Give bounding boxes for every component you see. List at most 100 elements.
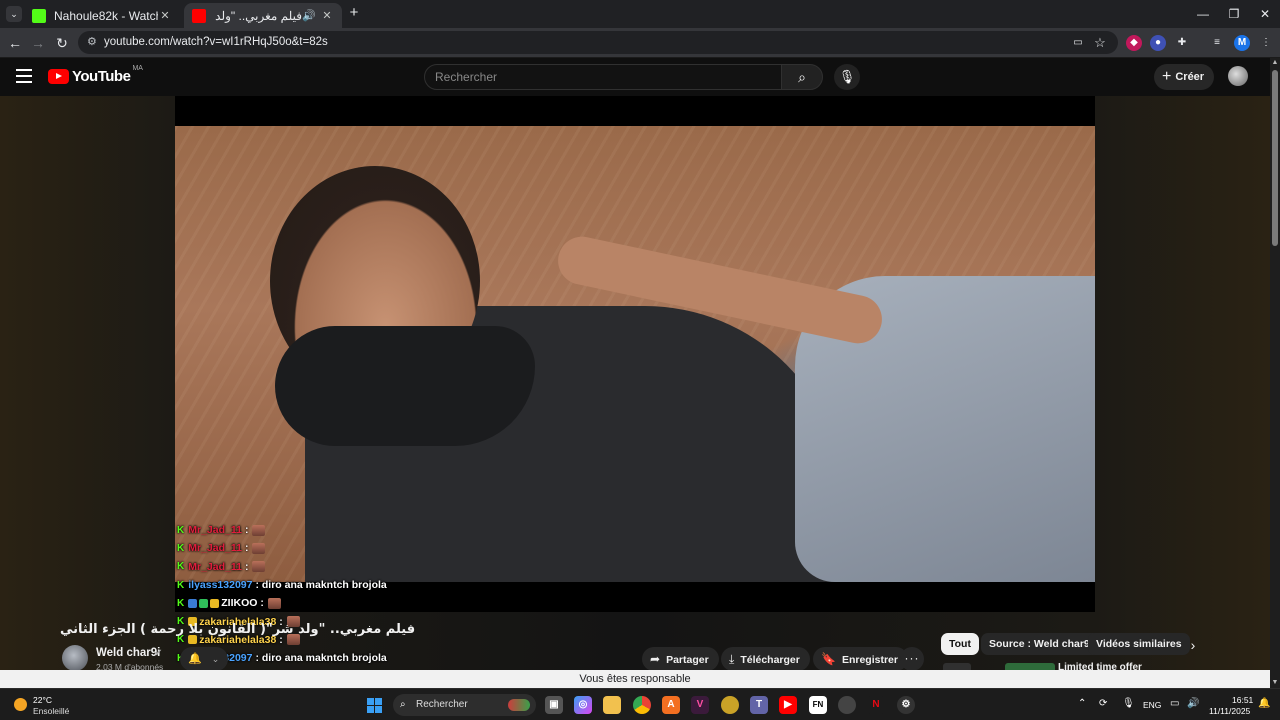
task-view-icon[interactable]: ▣ — [545, 696, 563, 714]
search-highlight-icon — [508, 699, 530, 711]
chat-username[interactable]: ilyass132097 — [188, 579, 252, 591]
restore-icon[interactable]: ❐ — [1219, 4, 1249, 24]
windows-start-icon[interactable] — [367, 698, 382, 713]
chat-username[interactable]: Mr_Jad_11 — [188, 524, 242, 536]
chrome-icon[interactable] — [633, 696, 651, 714]
new-tab-button[interactable]: + — [346, 5, 362, 21]
tray-mic-icon[interactable]: 🎙 — [1122, 698, 1135, 709]
chat-text: : diro ana makntch brojola — [255, 652, 387, 665]
weather-description[interactable]: Ensoleillé — [33, 706, 69, 716]
back-icon[interactable]: ← — [5, 33, 25, 53]
download-icon: ⤓ — [729, 652, 735, 666]
chat-message: K Mr_Jad_11: — [177, 539, 437, 557]
browser-tab-kick[interactable]: Nahoule82k - Watch the VOD o ✕ — [24, 3, 180, 28]
copilot-icon[interactable]: ◎ — [574, 696, 592, 714]
url-text: youtube.com/watch?v=wI1rRHqJ50o&t=82s — [104, 36, 328, 48]
close-tab-icon[interactable]: ✕ — [320, 9, 334, 22]
app-purple-icon[interactable]: V — [691, 696, 709, 714]
scroll-thumb[interactable] — [1272, 70, 1278, 246]
weather-temperature[interactable]: 22°C — [33, 695, 52, 705]
browser-menu-icon[interactable]: ⋮ — [1258, 35, 1274, 51]
file-explorer-icon[interactable] — [603, 696, 621, 714]
chip-similar[interactable]: Vidéos similaires — [1088, 633, 1190, 655]
youtube-masthead: YouTube MA Rechercher ⌕ 🎙 + Créer — [0, 58, 1280, 96]
kick-badge-icon: K — [177, 524, 185, 536]
sun-icon[interactable] — [14, 698, 27, 711]
app-orange-icon[interactable]: A — [662, 696, 680, 714]
forward-icon[interactable]: → — [28, 33, 48, 53]
logo-wordmark: YouTube — [72, 68, 131, 85]
cast-icon[interactable]: ▭ — [1070, 35, 1086, 51]
microphone-icon[interactable]: 🎙 — [834, 64, 860, 90]
address-bar[interactable]: ⚙ youtube.com/watch?v=wI1rRHqJ50o&t=82s — [78, 31, 1118, 54]
close-tab-icon[interactable]: ✕ — [158, 9, 172, 22]
tray-overflow-icon[interactable]: ⌃ — [1078, 698, 1086, 709]
fn-app-icon[interactable]: FN — [809, 696, 827, 714]
chat-username[interactable]: ZIIKOO — [221, 597, 257, 609]
chat-text: : — [260, 597, 264, 610]
tab-search-icon[interactable]: ⌄ — [6, 6, 22, 22]
scroll-down-icon[interactable]: ▼ — [1270, 678, 1280, 688]
app-settings-icon[interactable]: ⚙ — [897, 696, 915, 714]
notification-bell-button[interactable]: 🔔 ⌄ — [180, 647, 228, 671]
network-icon[interactable]: ▭ — [1170, 698, 1179, 709]
download-button[interactable]: ⤓ Télécharger — [721, 647, 810, 671]
channel-name[interactable]: Weld char9i — [96, 647, 160, 659]
chip-all[interactable]: Tout — [941, 633, 979, 655]
minimize-icon[interactable]: — — [1188, 4, 1218, 24]
download-label: Télécharger — [740, 654, 800, 666]
save-button[interactable]: 🔖 Enregistrer — [813, 647, 908, 671]
tray-sync-icon[interactable]: ⟳ — [1099, 698, 1107, 709]
app-red-icon[interactable]: N — [867, 696, 885, 714]
search-input[interactable]: Rechercher — [424, 64, 782, 90]
chat-message: Kilyass132097: diro ana makntch brojola — [177, 576, 437, 594]
volume-icon[interactable]: 🔊 — [1187, 698, 1199, 709]
page-scrollbar[interactable]: ▲ ▼ — [1270, 58, 1280, 688]
video-frame[interactable] — [175, 126, 1095, 582]
site-info-icon[interactable]: ⚙ — [87, 31, 97, 54]
chat-text: : — [244, 560, 249, 573]
channel-avatar[interactable] — [62, 645, 88, 671]
profile-avatar-icon[interactable]: M — [1234, 35, 1250, 51]
chip-source[interactable]: Source : Weld char9i — [981, 633, 1101, 655]
tab-title: فيلم مغربي.. "ولد شر"( القان — [214, 8, 302, 23]
create-button[interactable]: + Créer — [1154, 64, 1214, 90]
taskbar-search[interactable]: ⌕ Rechercher — [393, 694, 536, 716]
app-shield-icon[interactable] — [721, 696, 739, 714]
audio-playing-icon[interactable]: 🔊 — [302, 9, 316, 22]
close-window-icon[interactable]: ✕ — [1250, 4, 1280, 24]
chat-emote-icon — [267, 597, 281, 609]
browser-tab-youtube[interactable]: فيلم مغربي.. "ولد شر"( القان 🔊 ✕ — [184, 3, 342, 28]
search-icon[interactable]: ⌕ — [781, 64, 823, 90]
reading-list-icon[interactable]: ≡ — [1209, 35, 1225, 51]
clock-time[interactable]: 16:51 — [1232, 695, 1253, 705]
hamburger-menu-icon[interactable] — [16, 69, 32, 83]
create-label: Créer — [1175, 71, 1205, 83]
chat-username[interactable]: Mr_Jad_11 — [188, 561, 242, 573]
scroll-up-icon[interactable]: ▲ — [1270, 58, 1280, 68]
extension-shield-icon[interactable]: ◆ — [1126, 35, 1142, 51]
bookmark-star-icon[interactable]: ☆ — [1092, 35, 1108, 51]
notifications-icon[interactable]: 🔔 — [1258, 698, 1270, 709]
reload-icon[interactable]: ↻ — [52, 33, 72, 53]
chat-username[interactable]: Mr_Jad_11 — [188, 542, 242, 554]
youtube-logo[interactable]: YouTube MA — [48, 65, 143, 85]
account-avatar[interactable] — [1228, 66, 1248, 86]
tab-title: Nahoule82k - Watch the VOD o — [54, 8, 158, 23]
clock-date[interactable]: 11/11/2025 — [1209, 706, 1250, 716]
verified-badge-icon: ✔ — [154, 648, 163, 659]
share-icon: ➦ — [650, 652, 661, 666]
more-actions-icon[interactable]: ··· — [900, 647, 924, 671]
app-gray-icon[interactable] — [838, 696, 856, 714]
extensions-puzzle-icon[interactable]: ✚ — [1174, 35, 1190, 51]
youtube-app-icon[interactable]: ▶ — [779, 696, 797, 714]
share-button[interactable]: ➦ Partager — [642, 647, 719, 671]
language-indicator[interactable]: ENG — [1143, 700, 1161, 710]
teams-icon[interactable]: T — [750, 696, 768, 714]
extension-blue-icon[interactable]: ● — [1150, 35, 1166, 51]
browser-tab-strip: ⌄ Nahoule82k - Watch the VOD o ✕ فيلم مغ… — [0, 0, 1280, 28]
video-player[interactable]: K Mr_Jad_11: K Mr_Jad_11: K Mr_Jad_11: Kilyass… — [175, 96, 1095, 664]
chat-message: K Mr_Jad_11: — [177, 521, 437, 539]
windows-taskbar: 22°C Ensoleillé ⌕ Rechercher ▣ ◎ A V T ▶… — [0, 688, 1280, 720]
chevron-right-icon[interactable]: › — [1183, 635, 1203, 655]
